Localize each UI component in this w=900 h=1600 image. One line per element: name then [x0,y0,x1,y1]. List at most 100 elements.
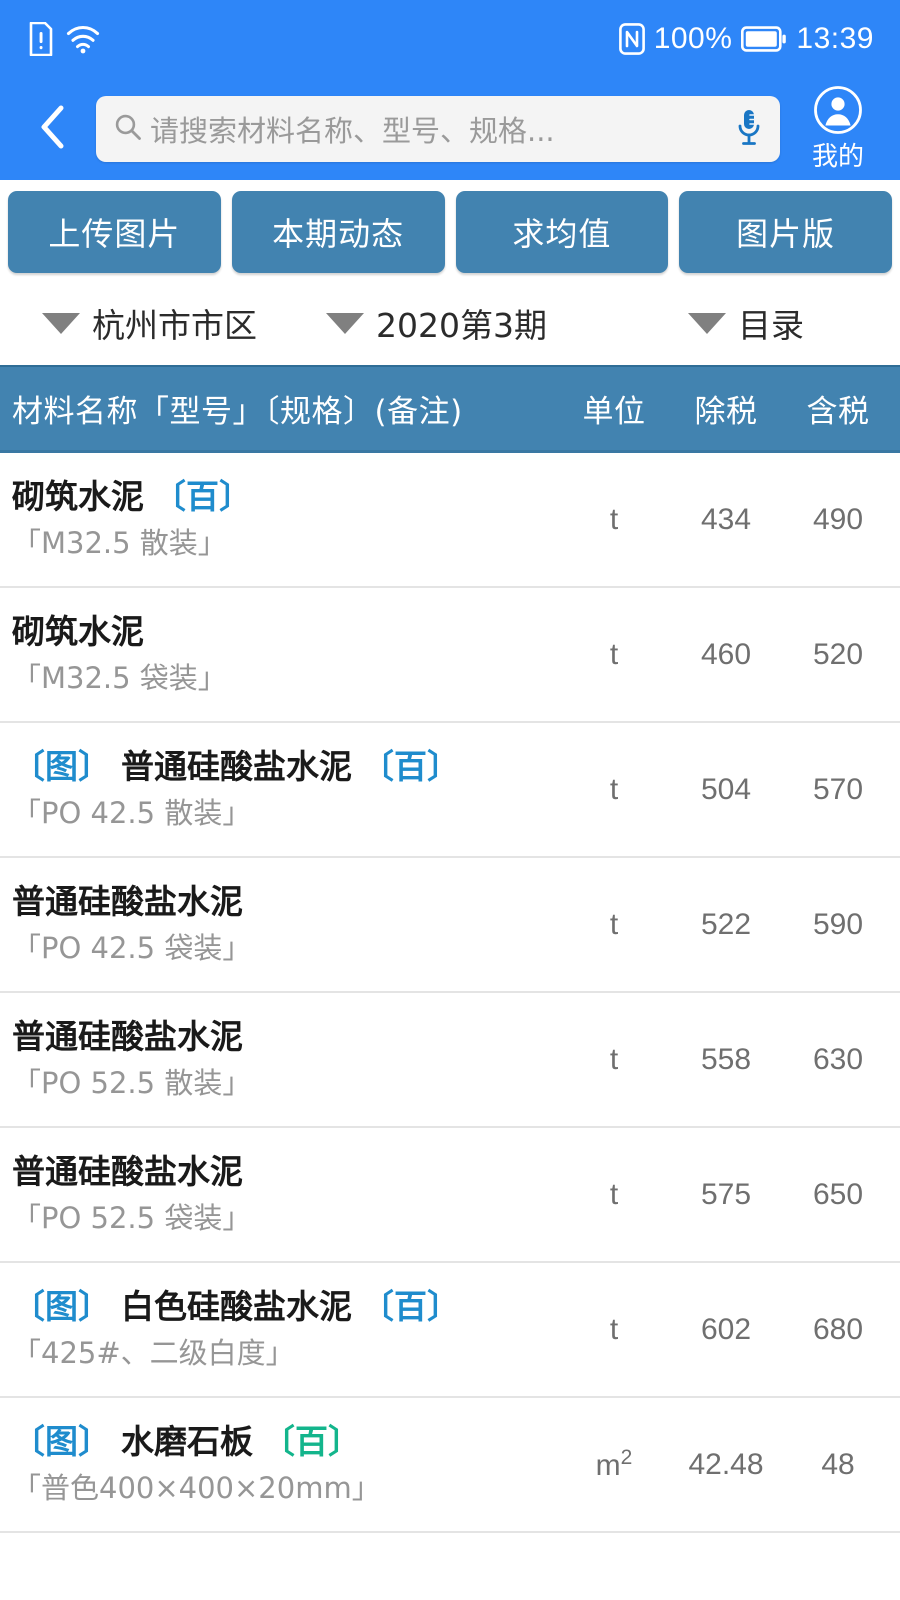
excl-tax-cell: 558 [700,1042,752,1076]
hundred-tag[interactable]: 〔百〕 [361,747,460,786]
filter-catalog-label: 目录 [738,306,804,345]
material-name: 普通硅酸盐水泥 [121,747,352,787]
profile-label: 我的 [811,142,864,172]
incl-tax-cell: 490 [812,502,864,536]
material-spec: 「PO 42.5 散装」 [12,796,252,831]
table-row[interactable]: 〔图〕 水磨石板 〔百〕 「普色400×400×20mm」 m2 42.48 48 [0,1398,900,1533]
filter-period-label: 2020第3期 [376,306,547,345]
material-spec: 「M32.5 袋装」 [12,661,227,696]
excl-tax-cell: 460 [700,637,752,671]
material-spec: 「PO 52.5 散装」 [12,1066,252,1101]
status-bar-left [28,22,100,56]
incl-tax-cell: 590 [812,907,864,941]
back-button[interactable] [22,98,84,160]
sim-alert-icon [28,22,54,56]
battery-full-icon [741,25,787,53]
material-name-cell: 〔图〕 水磨石板 〔百〕 「普色400×400×20mm」 [0,1425,558,1506]
material-name-line: 普通硅酸盐水泥 [12,1020,558,1055]
wifi-icon [66,24,100,54]
incl-tax-cell: 680 [812,1312,864,1346]
average-button[interactable]: 求均值 [455,190,669,273]
material-name-cell: 普通硅酸盐水泥 「PO 52.5 袋装」 [0,1155,558,1234]
image-tag[interactable]: 〔图〕 [12,1287,111,1326]
material-name-line: 砌筑水泥 〔百〕 [12,480,558,515]
material-name: 普通硅酸盐水泥 [12,1152,243,1192]
unit-cell: t [609,1312,619,1346]
incl-tax-cell: 570 [812,772,864,806]
table-row[interactable]: 〔图〕 普通硅酸盐水泥 〔百〕 「PO 42.5 散装」 t 504 570 [0,723,900,858]
user-circle-icon [813,85,863,135]
column-header-name: 材料名称「型号」〔规格〕(备注) [12,394,463,430]
current-period-trends-button[interactable]: 本期动态 [231,190,445,273]
chevron-left-icon [36,104,70,155]
table-row[interactable]: 〔图〕 白色硅酸盐水泥 〔百〕 「425#、二级白度」 t 602 680 [0,1263,900,1398]
chevron-down-icon [42,312,80,334]
incl-tax-cell: 520 [812,637,864,671]
image-tag[interactable]: 〔图〕 [12,747,111,786]
profile-button[interactable]: 我的 [790,85,886,173]
material-name-cell: 〔图〕 普通硅酸盐水泥 〔百〕 「PO 42.5 散装」 [0,750,558,831]
clock: 13:39 [796,22,874,55]
material-name-line: 砌筑水泥 [12,615,558,650]
material-spec: 「普色400×400×20mm」 [12,1471,381,1506]
chevron-down-icon [326,312,364,334]
unit-cell: t [609,502,619,536]
unit-cell: m2 [595,1446,633,1482]
material-spec: 「M32.5 散装」 [12,526,227,561]
material-name-line: 〔图〕 普通硅酸盐水泥 〔百〕 [12,750,558,785]
incl-tax-cell: 630 [812,1042,864,1076]
column-header-unit: 单位 [582,394,646,430]
column-header-incl-tax: 含税 [806,394,870,430]
action-button-row: 上传图片 本期动态 求均值 图片版 [0,180,900,281]
nfc-icon [618,23,645,55]
material-table-body: 砌筑水泥 〔百〕 「M32.5 散装」 t 434 490 砌筑水泥 「M32.5 袋装」 t 4… [0,453,900,1533]
search-input[interactable]: 请搜索材料名称、型号、规格... [96,96,780,162]
excl-tax-cell: 575 [700,1177,752,1211]
filter-region-label: 杭州市市区 [92,306,257,345]
table-header: 材料名称「型号」〔规格〕(备注) 单位 除税 含税 [0,365,900,453]
filter-row: 杭州市市区 2020第3期 目录 [0,281,900,365]
unit-cell: t [609,772,619,806]
image-version-button[interactable]: 图片版 [679,190,892,273]
search-bar: 请搜索材料名称、型号、规格... 我的 [0,78,900,180]
material-name-cell: 普通硅酸盐水泥「PO 52.5 散装」 [0,1020,558,1101]
material-name: 普通硅酸盐水泥 [12,1017,243,1057]
table-row[interactable]: 普通硅酸盐水泥「PO 52.5 散装」 t 558 630 [0,993,900,1128]
excl-tax-cell: 434 [700,502,752,536]
material-name: 水磨石板 [121,1422,253,1462]
filter-catalog[interactable]: 目录 [626,299,884,347]
incl-tax-cell: 650 [812,1177,864,1211]
unit-cell: t [609,1042,619,1076]
material-name-cell: 〔图〕 白色硅酸盐水泥 〔百〕 「425#、二级白度」 [0,1290,558,1369]
material-name-line: 普通硅酸盐水泥 [12,885,558,920]
excl-tax-cell: 602 [700,1312,752,1346]
status-bar: 100% 13:39 [0,0,900,78]
unit-cell: t [609,637,619,671]
microphone-icon[interactable] [734,107,764,152]
material-spec: 「PO 42.5 袋装」 [12,931,252,966]
chevron-down-icon [688,312,726,334]
excl-tax-cell: 522 [700,907,752,941]
material-name-line: 〔图〕 白色硅酸盐水泥 〔百〕 [12,1290,558,1325]
unit-cell: t [609,907,619,941]
material-name: 砌筑水泥 [12,612,144,652]
hundred-tag[interactable]: 〔百〕 [262,1422,361,1461]
table-row[interactable]: 普通硅酸盐水泥「PO 42.5 袋装」 t 522 590 [0,858,900,993]
upload-image-button[interactable]: 上传图片 [8,190,221,273]
filter-period[interactable]: 2020第3期 [326,299,626,347]
table-row[interactable]: 砌筑水泥 〔百〕 「M32.5 散装」 t 434 490 [0,453,900,588]
table-row[interactable]: 砌筑水泥「M32.5 袋装」 t 460 520 [0,588,900,723]
hundred-tag[interactable]: 〔百〕 [361,1287,460,1326]
table-row[interactable]: 普通硅酸盐水泥 「PO 52.5 袋装」 t 575 650 [0,1128,900,1263]
incl-tax-cell: 48 [821,1447,855,1481]
material-name: 普通硅酸盐水泥 [12,882,243,922]
hundred-tag[interactable]: 〔百〕 [153,477,252,516]
filter-region[interactable]: 杭州市市区 [42,299,326,347]
material-name-cell: 砌筑水泥「M32.5 袋装」 [0,615,558,696]
material-name-line: 〔图〕 水磨石板 〔百〕 [12,1425,558,1460]
image-tag[interactable]: 〔图〕 [12,1422,111,1461]
status-bar-right: 100% 13:39 [618,22,874,56]
material-name-cell: 砌筑水泥 〔百〕 「M32.5 散装」 [0,480,558,561]
material-name-line: 普通硅酸盐水泥 [12,1155,558,1190]
excl-tax-cell: 42.48 [688,1447,764,1481]
